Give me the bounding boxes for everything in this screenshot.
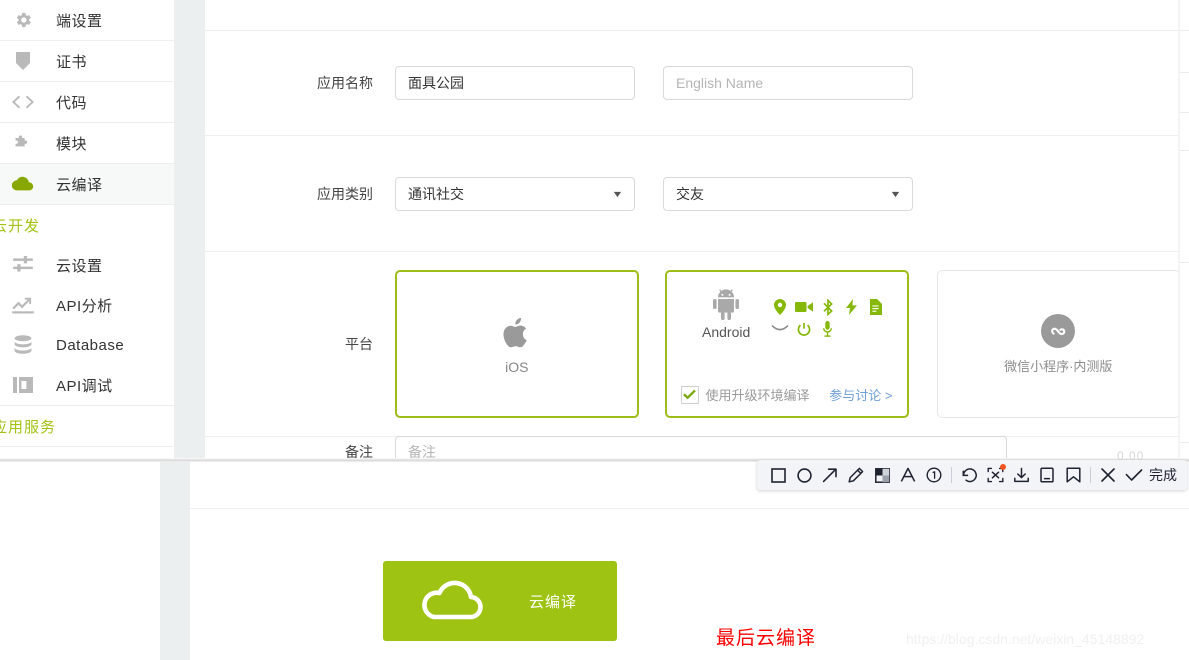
page-gutter-bottom	[160, 462, 190, 660]
sidebar-item-label: 证书	[56, 53, 88, 71]
sidebar-item-label: 代码	[56, 94, 88, 112]
sidebar-item-mokuai[interactable]: 模块	[0, 123, 174, 163]
arrow-tool-icon[interactable]	[817, 462, 843, 488]
microphone-icon	[816, 318, 840, 340]
chevron-down-icon: ▼	[889, 188, 902, 199]
app-name-label: 应用名称	[317, 75, 373, 91]
sidebar-item-label: 云编译	[56, 176, 103, 194]
app-category-label: 应用类别	[317, 185, 373, 202]
panel-right-sliver	[1180, 0, 1189, 458]
annotation-red-note: 最后云编译	[716, 628, 817, 649]
sidebar-group-app-service: 应用服务	[0, 406, 174, 446]
sidebar-item-api-debug[interactable]: API调试	[0, 365, 174, 405]
toolbar-done-button[interactable]: 完成	[1149, 465, 1177, 485]
sliders-icon	[10, 252, 36, 278]
chart-line-icon	[10, 292, 36, 318]
platform-card-wechat-miniprogram[interactable]: 微信小程序·内测版	[936, 270, 1180, 418]
api-debug-icon	[10, 372, 36, 398]
bluetooth-icon	[816, 296, 840, 318]
screenshot-canvas: 端设置 证书 代码 模块 云编译 开发 云设置 API分析 Database A…	[0, 0, 1189, 660]
sidebar-group-label: 云开发	[0, 217, 41, 235]
pen-tool-icon[interactable]	[843, 462, 869, 488]
app-category-primary-value: 通讯社交	[408, 185, 464, 202]
sidebar-item-label: 端设置	[56, 12, 103, 30]
chevron-down-icon: ▼	[611, 188, 624, 199]
ocr-badge	[1000, 464, 1006, 470]
sidebar: 端设置 证书 代码 模块 云编译 开发 云设置 API分析 Database A…	[0, 0, 175, 460]
ellipse-tool-icon[interactable]	[791, 462, 817, 488]
pin-icon[interactable]	[1034, 462, 1060, 488]
wechat-miniprogram-icon	[1041, 313, 1076, 348]
chevron-down-icon[interactable]	[768, 318, 792, 340]
app-name-input[interactable]: 面具公园	[395, 66, 635, 100]
cloud-icon	[10, 171, 36, 197]
form-row-app-name: 应用名称 面具公园 English Name	[205, 31, 1180, 135]
platform-label: 平台	[345, 336, 373, 352]
sidebar-item-label: API分析	[56, 297, 113, 315]
sidebar-item-yunshezhi[interactable]: 云设置	[0, 245, 174, 285]
sidebar-item-daima[interactable]: 代码	[0, 82, 174, 122]
sidebar-item-zhengshu[interactable]: 证书	[0, 41, 174, 81]
app-category-primary-select[interactable]: 通讯社交 ▼	[395, 176, 635, 211]
divider	[190, 508, 1189, 509]
android-icon	[709, 288, 743, 323]
gear-icon	[10, 7, 36, 33]
location-icon	[768, 296, 792, 318]
form-row-app-category: 应用类别 通讯社交 ▼ 交友 ▼	[205, 136, 1180, 251]
platform-ios-label: iOS	[505, 358, 529, 375]
check-icon[interactable]	[1121, 462, 1147, 488]
power-icon	[792, 318, 816, 340]
puzzle-icon	[10, 130, 36, 156]
page-gutter	[175, 0, 205, 460]
platform-android-label: Android	[702, 324, 751, 340]
serial-number-tool-icon[interactable]	[921, 462, 947, 488]
app-category-secondary-select[interactable]: 交友 ▼	[663, 176, 913, 211]
sidebar-item-database[interactable]: Database	[0, 325, 174, 365]
watermark: https://blog.csdn.net/weixin_45148892	[906, 631, 1145, 647]
sidebar-item-duanshezhi[interactable]: 端设置	[0, 0, 174, 40]
sidebar-group-label: 应用服务	[0, 418, 57, 436]
close-icon[interactable]	[1095, 462, 1121, 488]
text-tool-icon[interactable]	[895, 462, 921, 488]
bookmark-icon[interactable]	[1060, 462, 1086, 488]
mosaic-tool-icon[interactable]	[869, 462, 895, 488]
app-category-secondary-value: 交友	[676, 185, 704, 202]
android-upgrade-checkbox-label: 使用升级环境编译	[705, 388, 810, 403]
toolbar-separator	[951, 467, 952, 483]
sidebar-item-label: API调试	[56, 377, 113, 395]
bottom-left-background	[0, 462, 160, 660]
sidebar-item-yunbianyi[interactable]: 云编译	[0, 164, 174, 204]
apple-icon	[501, 314, 533, 355]
sidebar-item-label: 云设置	[56, 257, 103, 275]
sidebar-item-label: Database	[56, 336, 125, 354]
flash-icon	[840, 296, 864, 318]
android-upgrade-checkbox[interactable]	[680, 385, 699, 404]
android-discussion-link[interactable]: 参与讨论 >	[829, 385, 892, 404]
annotation-toolbar: 完成	[757, 460, 1187, 490]
database-icon	[10, 332, 36, 358]
platform-card-ios[interactable]: iOS	[395, 270, 639, 418]
video-camera-icon	[792, 296, 816, 318]
platform-wechat-label: 微信小程序·内测版	[1004, 358, 1113, 374]
platform-card-android[interactable]: Android 使用升级环境编译 参与讨论 >	[664, 270, 909, 418]
settings-panel: 应用名称 面具公园 English Name 应用类别 通讯社交 ▼ 交友 ▼ …	[205, 0, 1180, 468]
divider	[0, 446, 174, 447]
sidebar-group-cloud-dev: 云开发	[0, 205, 174, 245]
cloud-outline-icon	[419, 578, 487, 625]
toolbar-separator	[1090, 467, 1091, 483]
certificate-icon	[10, 48, 36, 74]
android-permission-icons	[768, 288, 907, 340]
sidebar-item-api-analysis[interactable]: API分析	[0, 285, 174, 325]
rectangle-tool-icon[interactable]	[765, 462, 791, 488]
sidebar-item-label: 模块	[56, 135, 88, 153]
cloud-compile-button[interactable]: 云编译	[383, 561, 617, 641]
form-row-platform: 平台 iOS Android 使用升级环境编译 参与讨论 > 微信小程序·内测版	[205, 252, 1180, 436]
cloud-compile-button-label: 云编译	[529, 593, 578, 611]
app-name-en-input[interactable]: English Name	[663, 66, 913, 100]
undo-icon[interactable]	[956, 462, 982, 488]
document-icon	[864, 296, 888, 318]
download-icon[interactable]	[1008, 462, 1034, 488]
code-icon	[10, 89, 36, 115]
ocr-icon[interactable]	[982, 462, 1008, 488]
